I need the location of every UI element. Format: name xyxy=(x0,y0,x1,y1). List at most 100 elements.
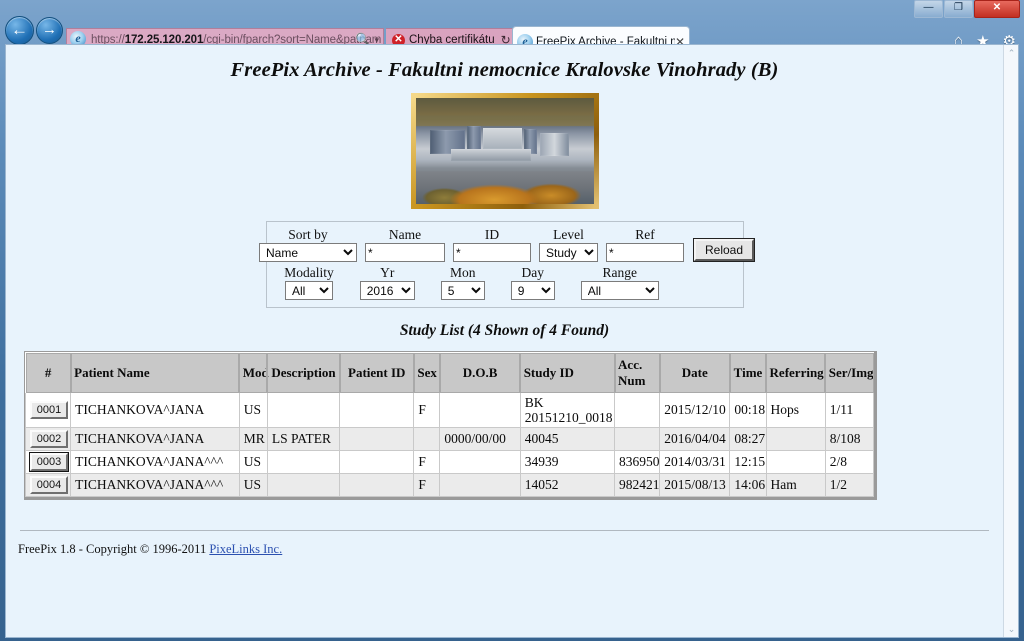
col-description[interactable]: Description xyxy=(266,352,341,393)
row-number-cell: 0001 xyxy=(24,392,72,428)
cell-description xyxy=(266,392,341,428)
cell-description: LS PATER xyxy=(266,427,341,451)
field-name: Name xyxy=(364,227,445,262)
col-dob[interactable]: D.O.B xyxy=(439,352,521,393)
reload-button[interactable]: Reload xyxy=(693,239,755,261)
col-study-id[interactable]: Study ID xyxy=(519,352,616,393)
hospital-aerial-photo xyxy=(415,98,594,204)
row-select-button[interactable]: 0002 xyxy=(30,430,68,448)
title-bar xyxy=(0,0,1024,12)
footer-link[interactable]: PixeLinks Inc. xyxy=(209,542,282,556)
cell-mod: US xyxy=(238,473,268,497)
col-number[interactable]: # xyxy=(24,352,72,393)
cell-sex: F xyxy=(413,392,441,428)
range-select[interactable]: All xyxy=(580,281,659,300)
cell-acc-num: 982421 xyxy=(614,473,661,497)
row-select-button[interactable]: 0001 xyxy=(30,401,68,419)
cell-sex xyxy=(413,427,441,451)
search-form-row-2: Modality All Yr 2016 Mon 5 Day 9 Range A… xyxy=(273,265,737,300)
cell-study-id: 34939 xyxy=(519,450,616,474)
cell-acc-num: 836950 xyxy=(614,450,661,474)
field-level: Level Study xyxy=(538,227,598,262)
modality-select[interactable]: All xyxy=(285,281,333,300)
label-id: ID xyxy=(484,227,500,242)
scroll-down-arrow-icon[interactable]: ⌄ xyxy=(1004,621,1018,637)
sort-by-select[interactable]: Name xyxy=(258,243,357,262)
search-form-panel: Sort by Name Name ID Level xyxy=(258,221,755,308)
study-table: # Patient Name Mod Description Patient I… xyxy=(24,352,875,497)
cell-date: 2015/12/10 xyxy=(659,392,731,428)
cell-dob: 0000/00/00 xyxy=(439,427,521,451)
cell-time: 12:15 xyxy=(729,450,767,474)
cell-referring: Ham xyxy=(765,473,826,497)
id-input[interactable] xyxy=(452,243,531,262)
page-content: FreePix Archive - Fakultni nemocnice Kra… xyxy=(6,45,1003,637)
yr-select[interactable]: 2016 xyxy=(359,281,415,300)
table-header-row: # Patient Name Mod Description Patient I… xyxy=(24,352,875,393)
col-acc-num[interactable]: Acc. Num xyxy=(614,352,661,393)
cell-referring xyxy=(765,450,826,474)
ref-input[interactable] xyxy=(605,243,684,262)
col-ser-img[interactable]: Ser/Img xyxy=(824,352,875,393)
col-mod[interactable]: Mod xyxy=(238,352,269,393)
name-input[interactable] xyxy=(364,243,445,262)
row-select-button[interactable]: 0003 xyxy=(30,453,68,471)
cell-dob xyxy=(439,473,521,497)
cell-time: 08:27 xyxy=(729,427,767,451)
scroll-up-arrow-icon[interactable]: ⌃ xyxy=(1004,45,1018,61)
forward-button-icon[interactable]: → xyxy=(36,17,63,44)
cell-date: 2014/03/31 xyxy=(659,450,731,474)
label-level: Level xyxy=(553,227,584,242)
table-row[interactable]: 0001 TICHANKOVA^JANA US F BK 20151210_00… xyxy=(24,392,875,428)
search-form-row-1: Sort by Name Name ID Level xyxy=(258,227,755,262)
row-number-cell: 0004 xyxy=(24,473,72,497)
col-date[interactable]: Date xyxy=(659,352,731,393)
page-scrollbar[interactable]: ⌃ ⌄ xyxy=(1003,45,1018,637)
label-range: Range xyxy=(602,265,638,280)
level-select[interactable]: Study xyxy=(538,243,598,262)
cell-patient-id xyxy=(339,427,415,451)
label-ref: Ref xyxy=(635,227,655,242)
study-table-container: # Patient Name Mod Description Patient I… xyxy=(24,351,877,500)
table-row[interactable]: 0003 TICHANKOVA^JANA^^^ US F 34939 83695… xyxy=(24,450,875,474)
cell-ser-img: 1/11 xyxy=(824,392,875,428)
cell-mod: US xyxy=(238,450,268,474)
col-patient-id[interactable]: Patient ID xyxy=(339,352,415,393)
browser-viewport: FreePix Archive - Fakultni nemocnice Kra… xyxy=(5,44,1019,638)
field-id: ID xyxy=(452,227,531,262)
field-yr: Yr 2016 xyxy=(359,265,415,300)
cell-ser-img: 8/108 xyxy=(824,427,875,451)
label-sort-by: Sort by xyxy=(288,227,328,242)
col-sex[interactable]: Sex xyxy=(413,352,441,393)
table-row[interactable]: 0002 TICHANKOVA^JANA MR LS PATER 0000/00… xyxy=(24,427,875,451)
row-select-button[interactable]: 0004 xyxy=(30,476,68,494)
page-title: FreePix Archive - Fakultni nemocnice Kra… xyxy=(230,59,779,81)
cell-sex: F xyxy=(413,450,441,474)
cell-date: 2015/08/13 xyxy=(659,473,731,497)
navigation-bar: ← → e https://172.25.120.201/cgi-bin/fpa… xyxy=(0,12,1024,56)
cell-time: 14:06 xyxy=(729,473,767,497)
label-modality: Modality xyxy=(284,265,334,280)
col-patient-name[interactable]: Patient Name xyxy=(70,352,240,393)
cell-study-id: 14052 xyxy=(519,473,616,497)
cell-acc-num xyxy=(614,427,661,451)
label-yr: Yr xyxy=(380,265,395,280)
mon-select[interactable]: 5 xyxy=(440,281,485,300)
label-day: Day xyxy=(521,265,545,280)
field-modality: Modality All xyxy=(284,265,334,300)
col-referring[interactable]: Referring xyxy=(765,352,826,393)
field-day: Day 9 xyxy=(510,265,555,300)
cell-time: 00:18 xyxy=(729,392,767,428)
hospital-photo-frame xyxy=(410,93,599,209)
table-row[interactable]: 0004 TICHANKOVA^JANA^^^ US F 14052 98242… xyxy=(24,473,875,497)
day-select[interactable]: 9 xyxy=(510,281,555,300)
back-button-icon[interactable]: ← xyxy=(5,16,34,45)
cell-patient-name: TICHANKOVA^JANA xyxy=(70,392,240,428)
label-mon: Mon xyxy=(449,265,476,280)
field-range: Range All xyxy=(580,265,659,300)
col-time[interactable]: Time xyxy=(729,352,767,393)
field-mon: Mon 5 xyxy=(440,265,485,300)
cell-patient-id xyxy=(339,450,415,474)
cell-date: 2016/04/04 xyxy=(659,427,731,451)
field-ref: Ref xyxy=(605,227,684,262)
